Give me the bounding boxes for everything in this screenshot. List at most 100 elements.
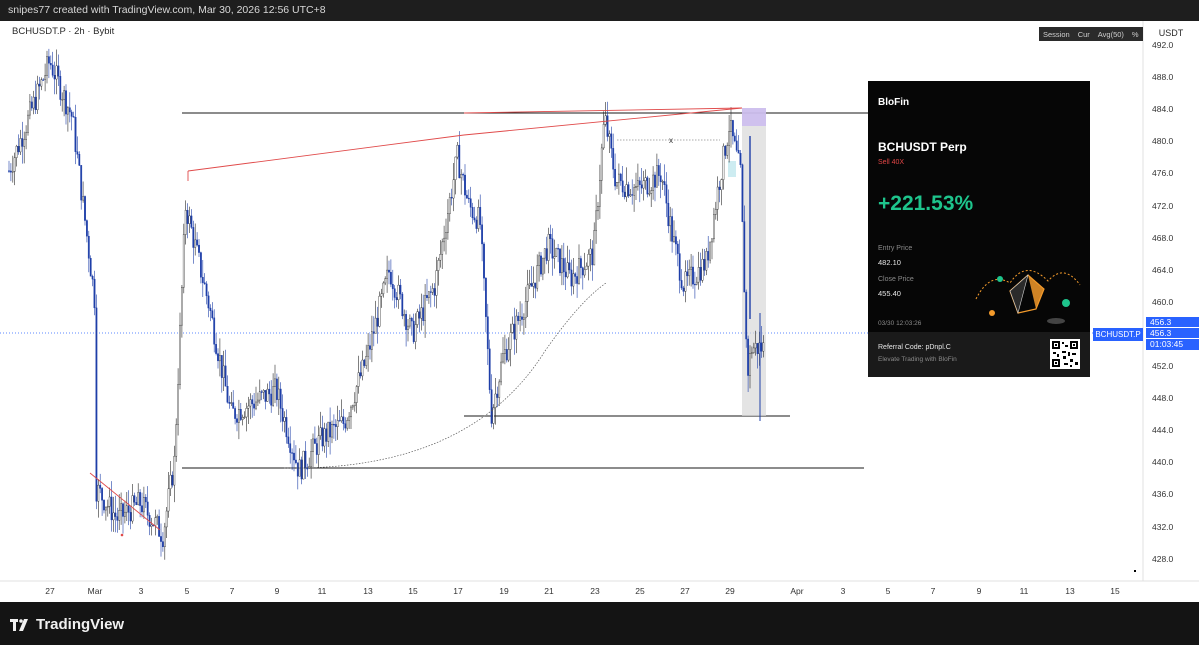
candle-body xyxy=(180,287,183,326)
candle-body xyxy=(315,443,318,455)
candle-body xyxy=(661,181,664,183)
candle-body xyxy=(146,501,149,516)
candle-body xyxy=(237,409,240,423)
toolbar-currency[interactable]: Cur xyxy=(1074,30,1094,39)
candle-body xyxy=(747,338,750,376)
candle-body xyxy=(209,307,212,311)
candle-body xyxy=(401,293,404,317)
candle-body xyxy=(694,283,696,286)
x-tick-label: 7 xyxy=(229,586,235,596)
y-tick-label: 480.0 xyxy=(1152,136,1174,147)
candle-body xyxy=(287,436,290,444)
candle-body xyxy=(405,314,407,330)
candle-body xyxy=(701,258,704,281)
toolbar-session[interactable]: Session xyxy=(1039,30,1074,39)
candle-body xyxy=(334,424,337,427)
candle-body xyxy=(682,287,685,292)
candle-body xyxy=(713,214,715,240)
candle-body xyxy=(190,215,193,228)
x-tick-label: 15 xyxy=(1110,586,1120,596)
x-tick-label: 19 xyxy=(499,586,509,596)
y-tick-label: 432.0 xyxy=(1152,521,1174,532)
candle-body xyxy=(762,342,765,352)
candle-body xyxy=(604,115,607,125)
candle-body xyxy=(78,154,81,166)
y-tick-label: 452.0 xyxy=(1152,361,1174,371)
candle-body xyxy=(709,241,712,261)
candle-body xyxy=(295,459,297,463)
low-marker xyxy=(120,533,124,537)
x-tick-label: 13 xyxy=(1065,586,1075,596)
x-tick-label: Apr xyxy=(790,586,804,596)
candle-body xyxy=(724,145,727,156)
candle-body xyxy=(13,157,16,172)
candle-body xyxy=(435,270,438,296)
y-tick-label: 476.0 xyxy=(1152,168,1174,179)
candle-body xyxy=(447,213,449,233)
candle-body xyxy=(169,474,172,489)
candle-body xyxy=(625,184,628,198)
candle-body xyxy=(621,180,624,193)
candle-body xyxy=(585,265,588,270)
candle-body xyxy=(228,402,231,404)
candle-body xyxy=(80,165,83,201)
toolbar-percent[interactable]: % xyxy=(1128,30,1143,39)
candle-body xyxy=(198,244,200,253)
card-footer: Referral Code: pDnpl.C Elevate Trading w… xyxy=(868,332,1090,377)
candle-body xyxy=(243,416,246,418)
candle-body xyxy=(618,173,620,183)
candle-body xyxy=(443,237,445,243)
candle-body xyxy=(270,393,273,406)
candle-body xyxy=(48,56,50,64)
candle-body xyxy=(739,152,742,165)
candle-body xyxy=(629,194,632,197)
candle-body xyxy=(562,258,565,273)
candle-body xyxy=(84,196,86,221)
candle-body xyxy=(414,324,417,342)
candle-body xyxy=(564,271,567,278)
candle-body xyxy=(30,101,33,109)
candle-body xyxy=(9,170,12,173)
candle-body xyxy=(602,124,605,149)
candle-body xyxy=(680,280,683,289)
candle-body xyxy=(234,408,236,419)
candle-body xyxy=(631,194,634,196)
candle-body xyxy=(129,512,132,522)
candle-body xyxy=(540,255,542,275)
tradingview-logo[interactable]: TradingView xyxy=(10,616,124,633)
candle-body xyxy=(247,405,250,409)
candle-body xyxy=(507,349,510,361)
candle-body xyxy=(648,193,651,195)
candle-body xyxy=(695,281,698,285)
candle-body xyxy=(87,235,90,259)
bar-countdown: 01:03:45 xyxy=(1146,339,1199,350)
candle-body xyxy=(483,243,485,279)
candle-body xyxy=(410,317,413,322)
chart-area[interactable]: x BCHUSDT.P · 2h · Bybit Session Cur Avg… xyxy=(0,21,1199,602)
candle-body xyxy=(502,353,504,363)
candle-body xyxy=(469,198,472,208)
candle-body xyxy=(431,288,434,293)
candle-body xyxy=(319,427,322,436)
candle-body xyxy=(255,401,257,409)
candle-body xyxy=(226,386,229,403)
candle-body xyxy=(637,180,639,187)
candle-body xyxy=(34,96,37,111)
candle-body xyxy=(89,258,92,277)
candle-body xyxy=(266,388,269,402)
x-tick-label: 5 xyxy=(184,586,190,596)
candle-body xyxy=(578,258,580,284)
candle-body xyxy=(283,417,286,422)
x-tick-label: 21 xyxy=(544,586,554,596)
toolbar-avg[interactable]: Avg(50) xyxy=(1094,30,1128,39)
candle-body xyxy=(638,180,641,185)
candle-body xyxy=(477,207,480,229)
candle-body xyxy=(112,512,115,521)
candle-body xyxy=(338,420,341,422)
candle-body xyxy=(743,221,746,293)
candle-body xyxy=(416,311,419,325)
x-tick-label: 29 xyxy=(725,586,735,596)
candle-body xyxy=(15,145,18,158)
candle-body xyxy=(587,254,590,267)
candle-body xyxy=(426,295,428,298)
